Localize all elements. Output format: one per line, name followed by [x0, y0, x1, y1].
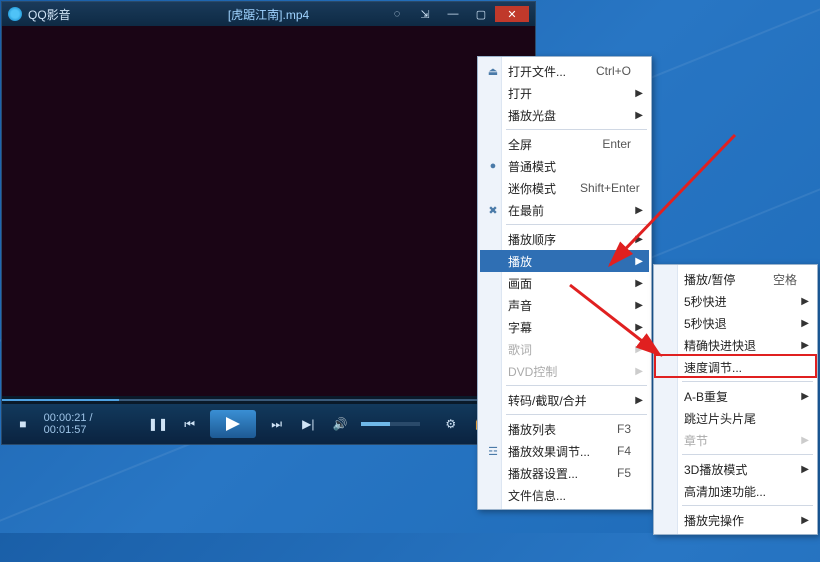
menu-normal-mode[interactable]: ● 普通模式 — [480, 155, 649, 177]
play-button[interactable] — [210, 410, 255, 438]
app-logo-icon — [8, 7, 22, 21]
context-menu-play-sub: 播放/暂停空格 5秒快进▶ 5秒快退▶ 精确快进快退▶ 速度调节... A-B重… — [653, 264, 818, 535]
submenu-3d[interactable]: 3D播放模式▶ — [656, 458, 815, 480]
volume-slider[interactable] — [361, 422, 420, 426]
eject-icon: ⏏ — [485, 63, 501, 79]
submenu-rw5[interactable]: 5秒快退▶ — [656, 312, 815, 334]
chat-icon[interactable]: ◌ — [383, 6, 411, 22]
menu-fileinfo[interactable]: 文件信息... — [480, 484, 649, 506]
submenu-after-play[interactable]: 播放完操作▶ — [656, 509, 815, 531]
submenu-hwaccel[interactable]: 高清加速功能... — [656, 480, 815, 502]
menu-on-top[interactable]: ✖ 在最前▶ — [480, 199, 649, 221]
menu-fullscreen[interactable]: 全屏Enter — [480, 133, 649, 155]
submenu-chapter: 章节▶ — [656, 429, 815, 451]
seek-bar[interactable] — [2, 396, 535, 404]
pause-button[interactable]: ❚❚ — [147, 413, 169, 435]
maximize-button[interactable]: ▢ — [467, 6, 495, 22]
menu-dvd-control: DVD控制▶ — [480, 360, 649, 382]
video-area[interactable] — [2, 26, 535, 396]
menu-open-file[interactable]: ⏏ 打开文件...Ctrl+O — [480, 60, 649, 82]
pin-menu-icon: ✖ — [485, 202, 501, 218]
stop-button[interactable]: ■ — [12, 413, 34, 435]
settings-icon[interactable]: ⚙ — [440, 413, 462, 435]
control-bar: ■ 00:00:21 / 00:01:57 ❚❚ ⏮ ⏭ ▶| 🔊 ⚙ 📂 ≡ — [2, 404, 535, 444]
menu-play-disc[interactable]: 播放光盘▶ — [480, 104, 649, 126]
next-button[interactable]: ⏭ — [266, 413, 288, 435]
player-window: QQ影音 [虎踞江南].mp4 ◌ ⇲ — ▢ ✕ ■ 00:00:21 / 0… — [1, 1, 536, 445]
submenu-ab-repeat[interactable]: A-B重复▶ — [656, 385, 815, 407]
menu-open[interactable]: 打开▶ — [480, 82, 649, 104]
menu-subtitle[interactable]: 字幕▶ — [480, 316, 649, 338]
menu-playlist[interactable]: 播放列表F3 — [480, 418, 649, 440]
menu-picture[interactable]: 画面▶ — [480, 272, 649, 294]
dot-icon: ● — [485, 158, 501, 174]
menu-play-order[interactable]: 播放顺序▶ — [480, 228, 649, 250]
step-button[interactable]: ▶| — [297, 413, 319, 435]
menu-lyrics: 歌词▶ — [480, 338, 649, 360]
menu-settings[interactable]: 播放器设置...F5 — [480, 462, 649, 484]
volume-icon[interactable]: 🔊 — [329, 413, 351, 435]
pin-icon[interactable]: ⇲ — [411, 6, 439, 22]
submenu-speed[interactable]: 速度调节... — [656, 356, 815, 378]
submenu-ff5[interactable]: 5秒快进▶ — [656, 290, 815, 312]
menu-sound[interactable]: 声音▶ — [480, 294, 649, 316]
menu-play[interactable]: 播放▶ — [480, 250, 649, 272]
equalizer-icon: ☲ — [485, 443, 501, 459]
close-button[interactable]: ✕ — [495, 6, 529, 22]
submenu-precise[interactable]: 精确快进快退▶ — [656, 334, 815, 356]
menu-transcode[interactable]: 转码/截取/合并▶ — [480, 389, 649, 411]
submenu-skip[interactable]: 跳过片头片尾 — [656, 407, 815, 429]
context-menu-main: ⏏ 打开文件...Ctrl+O 打开▶ 播放光盘▶ 全屏Enter ● 普通模式… — [477, 56, 652, 510]
file-title: [虎踞江南].mp4 — [228, 6, 309, 23]
minimize-button[interactable]: — — [439, 6, 467, 22]
app-name: QQ影音 — [28, 6, 71, 23]
submenu-play-pause[interactable]: 播放/暂停空格 — [656, 268, 815, 290]
menu-effect[interactable]: ☲ 播放效果调节...F4 — [480, 440, 649, 462]
time-display: 00:00:21 / 00:01:57 — [44, 412, 137, 436]
prev-button[interactable]: ⏮ — [179, 413, 201, 435]
menu-mini-mode[interactable]: 迷你模式Shift+Enter — [480, 177, 649, 199]
titlebar[interactable]: QQ影音 [虎踞江南].mp4 ◌ ⇲ — ▢ ✕ — [2, 2, 535, 26]
